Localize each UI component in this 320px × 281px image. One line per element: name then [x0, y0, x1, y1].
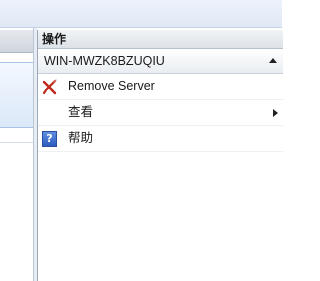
- help-label: 帮助: [68, 131, 94, 145]
- collapse-arrow-icon[interactable]: [269, 58, 277, 63]
- help-action[interactable]: ? 帮助: [38, 126, 283, 152]
- remove-server-action[interactable]: Remove Server: [38, 74, 283, 100]
- submenu-arrow-icon: [273, 109, 278, 117]
- help-icon-glyph: ?: [42, 131, 57, 147]
- view-menu-label: 查看: [68, 105, 94, 119]
- remove-x-icon: [42, 79, 58, 95]
- view-menu-action[interactable]: 查看: [38, 100, 283, 126]
- server-section-header[interactable]: WIN-MWZK8BZUQIU: [38, 49, 283, 74]
- list-row[interactable]: [0, 126, 33, 143]
- selected-list-item[interactable]: [0, 62, 33, 128]
- remove-server-label: Remove Server: [68, 79, 155, 93]
- server-name-label: WIN-MWZK8BZUQIU: [44, 54, 165, 68]
- center-pane: [0, 28, 34, 281]
- center-pane-header: [0, 30, 33, 53]
- top-toolbar: [0, 0, 282, 28]
- help-icon: ?: [42, 131, 58, 147]
- actions-pane: 操作 WIN-MWZK8BZUQIU Remove Server 查看 ? 帮助: [37, 30, 283, 281]
- actions-pane-title: 操作: [38, 30, 283, 49]
